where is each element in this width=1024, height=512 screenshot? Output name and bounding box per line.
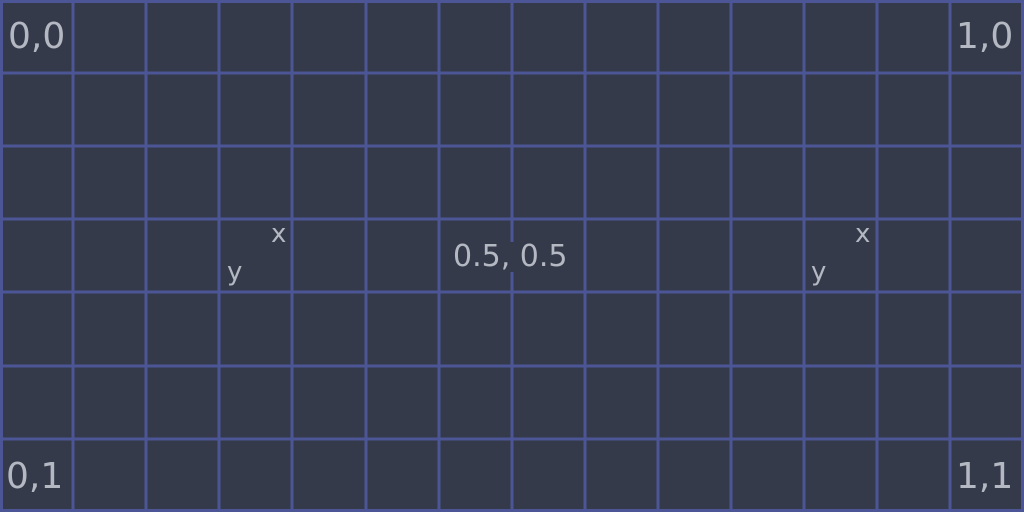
top-right-corner-label: 1,0 (956, 16, 1014, 57)
right-marker-x-label: x (855, 219, 871, 249)
left-marker-y-label: y (227, 257, 243, 287)
top-left-corner-label: 0,0 (8, 16, 66, 57)
right-marker-y-label: y (811, 257, 827, 287)
left-marker-x-label: x (271, 219, 287, 249)
calibration-grid: 0,0 1,0 0,1 1,1 0.5, 0.5 x y x y (0, 0, 1024, 512)
center-label: 0.5, 0.5 (450, 242, 571, 272)
bottom-right-corner-label: 1,1 (956, 456, 1014, 497)
bottom-left-corner-label: 0,1 (6, 456, 64, 497)
